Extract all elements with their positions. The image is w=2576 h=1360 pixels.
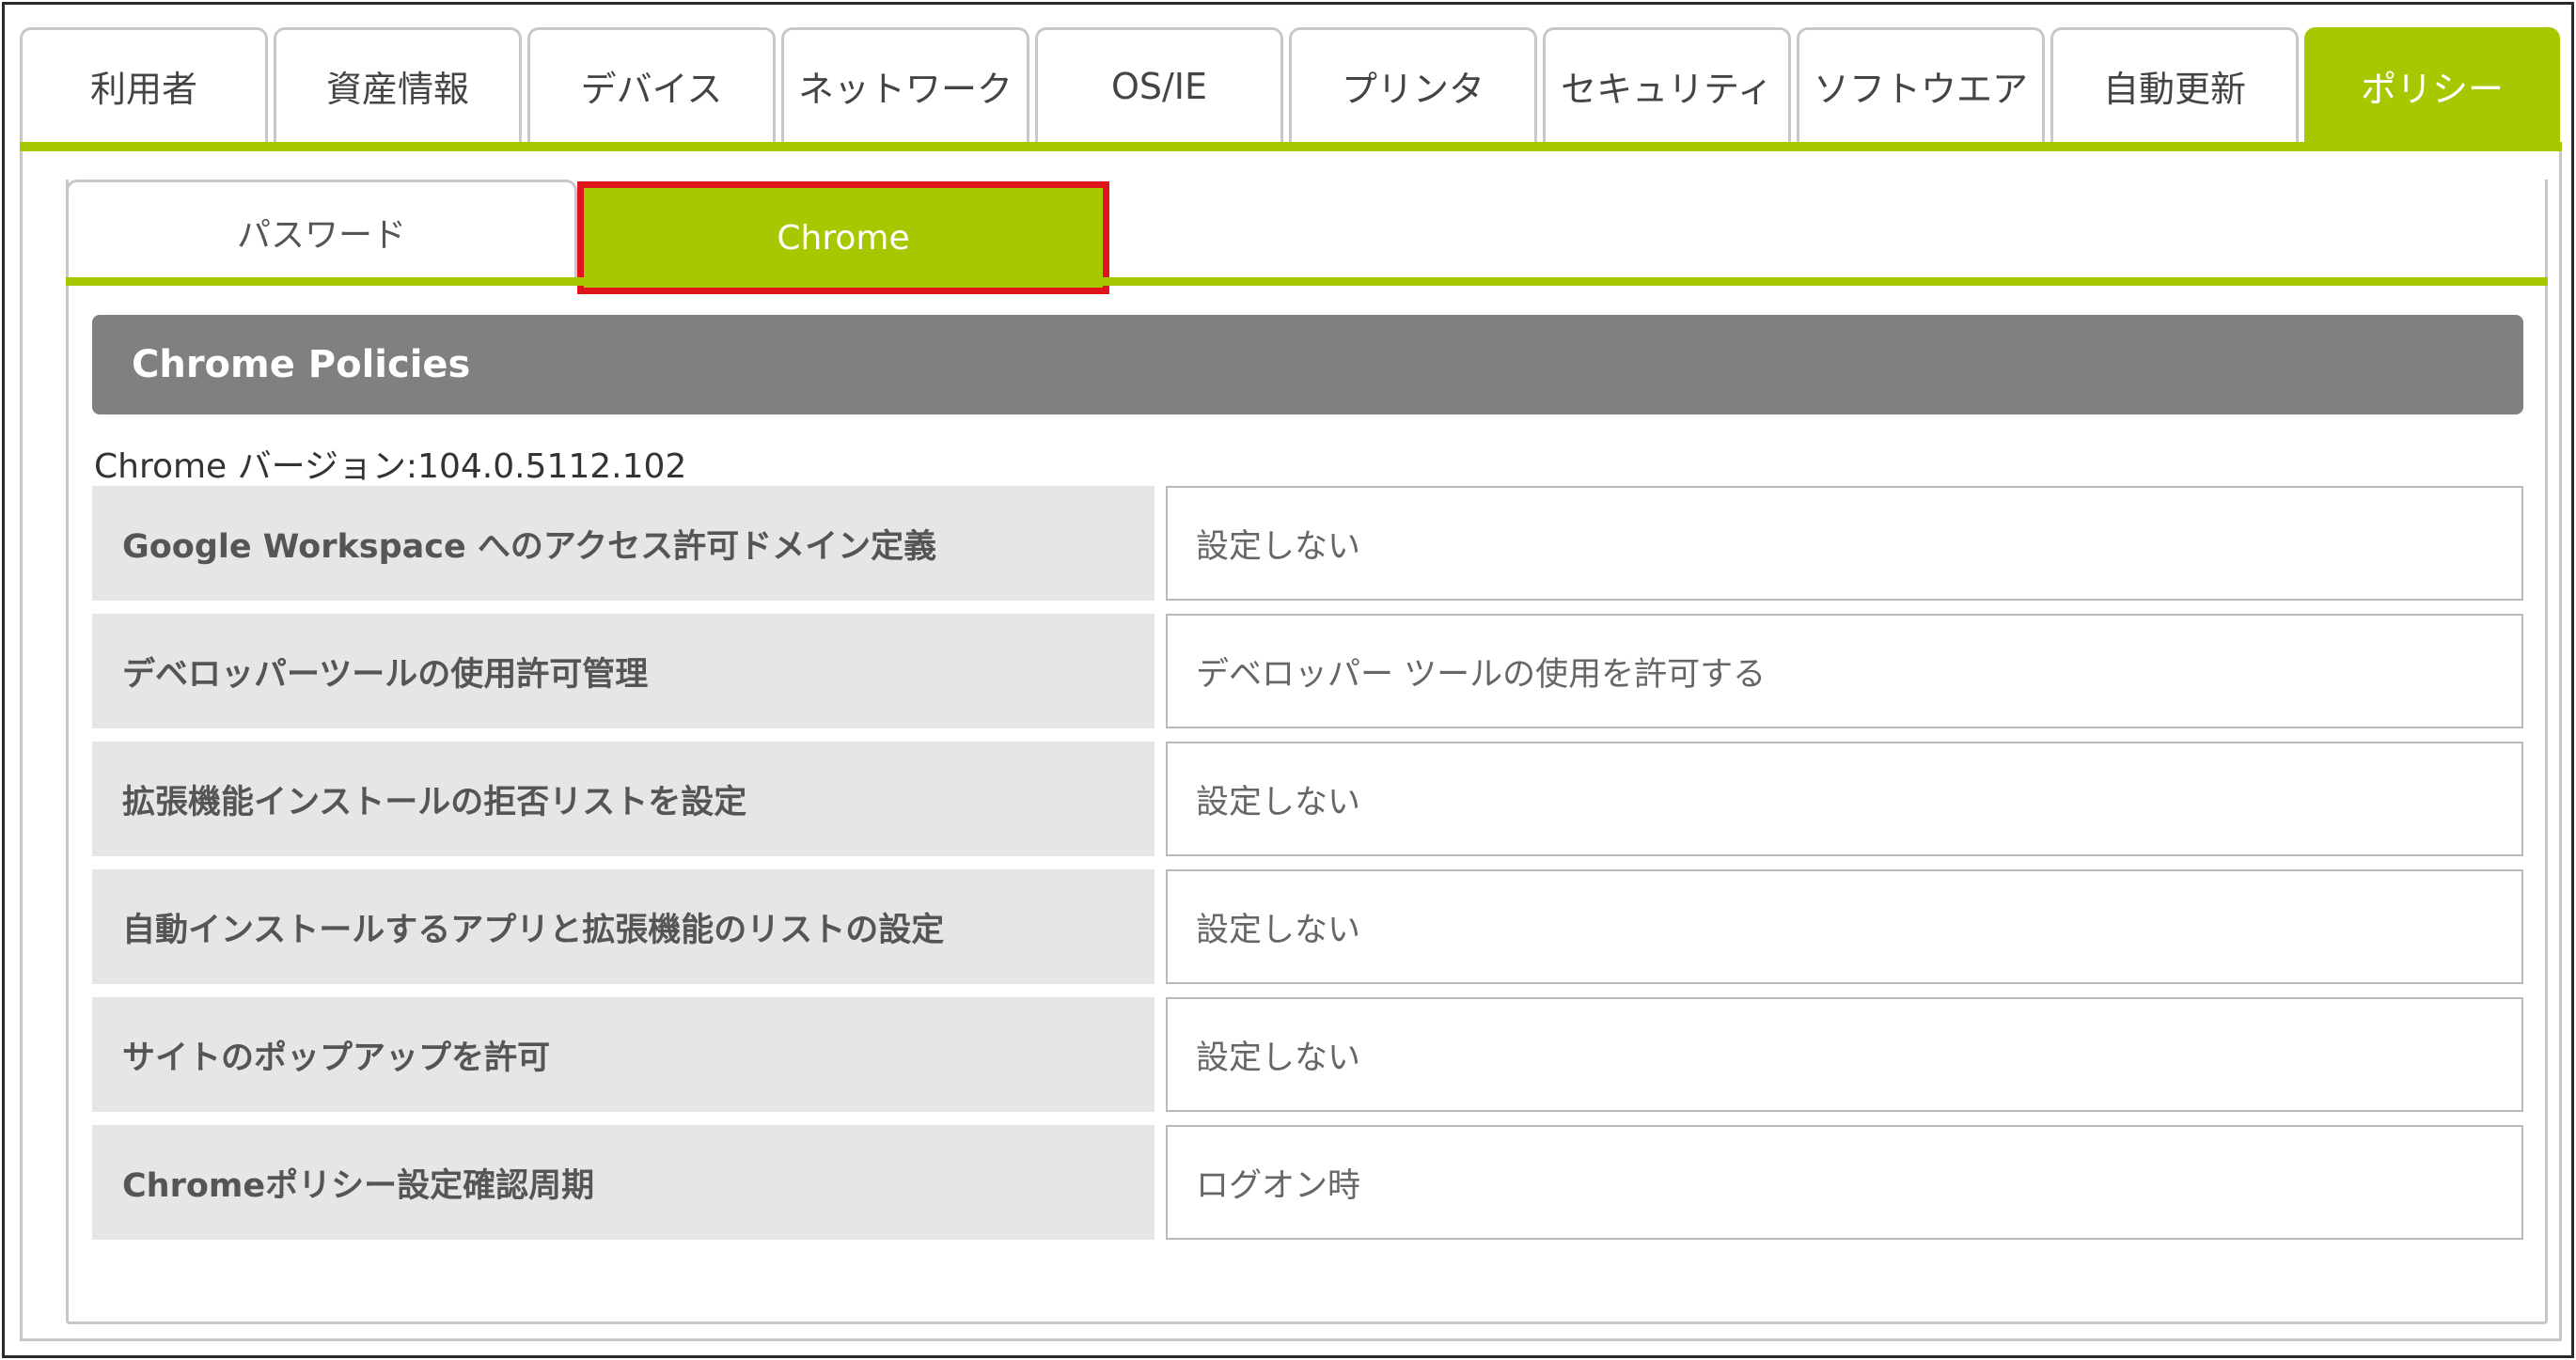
tab-os-ie[interactable]: OS/IE (1035, 27, 1283, 142)
policy-row: サイトのポップアップを許可 設定しない (92, 997, 2525, 1112)
tab-printer[interactable]: プリンタ (1289, 27, 1537, 142)
tab-software[interactable]: ソフトウエア (1797, 27, 2045, 142)
section-title: Chrome Policies (132, 343, 471, 386)
policy-row: デベロッパーツールの使用許可管理 デベロッパー ツールの使用を許可する (92, 614, 2525, 728)
sub-tab-bar: パスワード Chrome (66, 180, 2548, 294)
top-tab-bar: 利用者 資産情報 デバイス ネットワーク OS/IE プリンタ セキュリティ ソ… (20, 27, 2562, 146)
top-tab-underline (20, 142, 2562, 151)
policy-label: Google Workspace へのアクセス許可ドメイン定義 (92, 486, 1154, 601)
policy-panel: パスワード Chrome Chrome Policies Chrome バージョ… (20, 151, 2562, 1341)
policy-row: 拡張機能インストールの拒否リストを設定 設定しない (92, 742, 2525, 856)
policy-value: 設定しない (1166, 869, 2523, 984)
policy-label: サイトのポップアップを許可 (92, 997, 1154, 1112)
tab-auto-update[interactable]: 自動更新 (2050, 27, 2299, 142)
policy-label: 拡張機能インストールの拒否リストを設定 (92, 742, 1154, 856)
policy-row: Chromeポリシー設定確認周期 ログオン時 (92, 1125, 2525, 1240)
tab-devices[interactable]: デバイス (527, 27, 776, 142)
policy-value: 設定しない (1166, 997, 2523, 1112)
subtab-password[interactable]: パスワード (66, 180, 577, 281)
section-header: Chrome Policies (92, 315, 2523, 414)
chrome-version-text: Chrome バージョン:104.0.5112.102 (94, 447, 687, 486)
window-frame: 利用者 資産情報 デバイス ネットワーク OS/IE プリンタ セキュリティ ソ… (2, 2, 2574, 1358)
policy-value: 設定しない (1166, 486, 2523, 601)
tab-asset-info[interactable]: 資産情報 (274, 27, 522, 142)
tab-users[interactable]: 利用者 (20, 27, 268, 142)
policy-value: ログオン時 (1166, 1125, 2523, 1240)
tab-policy[interactable]: ポリシー (2304, 27, 2560, 142)
policy-value: デベロッパー ツールの使用を許可する (1166, 614, 2523, 728)
policy-label: 自動インストールするアプリと拡張機能のリストの設定 (92, 869, 1154, 984)
sub-tab-underline (66, 277, 2548, 286)
tab-network[interactable]: ネットワーク (781, 27, 1029, 142)
policy-label: Chromeポリシー設定確認周期 (92, 1125, 1154, 1240)
policy-label: デベロッパーツールの使用許可管理 (92, 614, 1154, 728)
policy-row: 自動インストールするアプリと拡張機能のリストの設定 設定しない (92, 869, 2525, 984)
tab-security[interactable]: セキュリティ (1543, 27, 1791, 142)
policy-value: 設定しない (1166, 742, 2523, 856)
policy-row: Google Workspace へのアクセス許可ドメイン定義 設定しない (92, 486, 2525, 601)
policy-table: Google Workspace へのアクセス許可ドメイン定義 設定しない デベ… (92, 486, 2525, 1253)
